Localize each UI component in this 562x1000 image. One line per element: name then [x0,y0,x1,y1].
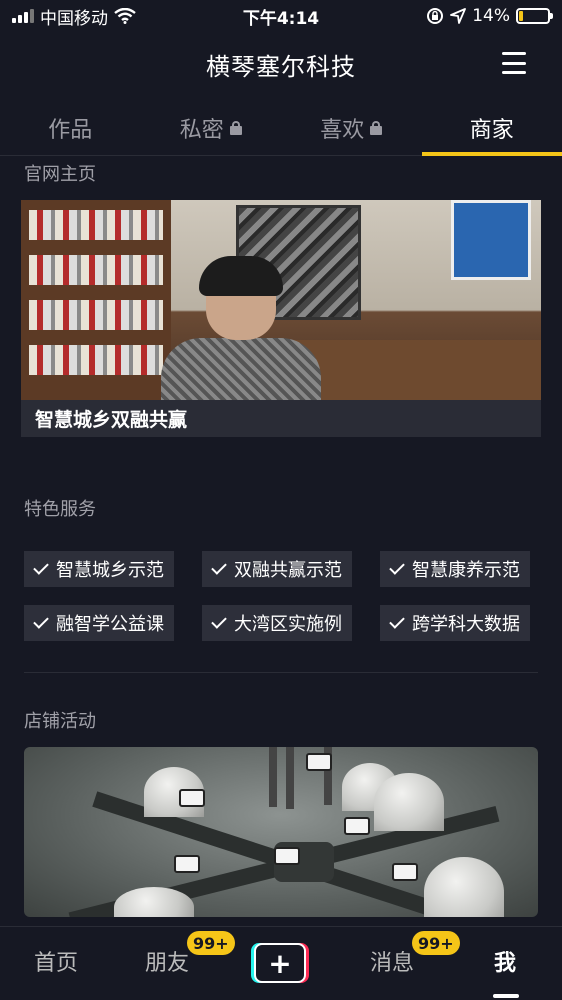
bookshelf-image [21,200,171,400]
nav-friends[interactable]: 朋友 99+ [145,931,235,977]
tab-label: 商家 [469,117,514,143]
profile-tabs: 作品 私密 喜欢 商家 [0,100,562,156]
dome-image [424,857,504,917]
person-image [161,256,321,400]
friends-badge: 99+ [187,931,235,955]
section-divider [24,672,538,673]
profile-header: 横琴塞尔科技 [0,36,562,92]
van-image [344,817,370,835]
check-icon [33,559,49,575]
office-photo [21,200,541,400]
check-icon [389,613,405,629]
tab-private[interactable]: 私密 [141,100,282,155]
official-homepage-card[interactable]: 智慧城乡双融共赢 [21,200,541,437]
service-tag[interactable]: 跨学科大数据 [380,605,530,641]
service-tag-label: 双融共赢示范 [234,560,342,581]
nav-messages-label: 消息 [370,951,415,976]
service-tag-label: 融智学公益课 [56,614,164,635]
status-left: 中国移动 [12,4,136,29]
tower-image [269,747,277,807]
service-tags: 智慧城乡示范 双融共赢示范 智慧康养示范 融智学公益课 大湾区实施例 跨学科大数… [24,551,534,641]
van-image [392,863,418,881]
nav-home[interactable]: 首页 [34,945,78,977]
service-tag-label: 跨学科大数据 [412,614,520,635]
plus-icon: + [254,943,306,983]
tab-label: 喜欢 [320,117,365,143]
wall-poster-image [451,200,531,280]
tab-works[interactable]: 作品 [0,100,141,155]
messages-badge: 99+ [412,931,460,955]
lock-icon [229,120,242,135]
status-bar: 中国移动 下午4:14 14% [0,0,562,32]
rotation-lock-icon [427,8,444,24]
service-tag[interactable]: 融智学公益课 [24,605,174,641]
page-title: 横琴塞尔科技 [206,52,356,81]
check-icon [33,613,49,629]
service-tag-label: 智慧康养示范 [412,560,520,581]
services-section-title: 特色服务 [24,499,96,520]
shop-activity-card[interactable] [24,747,538,917]
service-tag-label: 大湾区实施例 [234,614,342,635]
bottom-nav: 首页 朋友 99+ + 消息 99+ 我 [0,926,562,1000]
shop-section-title: 店铺活动 [24,711,96,732]
tab-merchant[interactable]: 商家 [421,100,562,156]
check-icon [389,559,405,575]
official-section-title: 官网主页 [24,164,96,185]
tower-image [286,747,294,809]
battery-level-fill [519,11,523,21]
wifi-icon [114,8,136,24]
check-icon [211,613,227,629]
lock-icon [370,120,383,135]
van-image [179,789,205,807]
van-image [174,855,200,873]
tab-label: 作品 [48,117,93,143]
service-tag-label: 智慧城乡示范 [56,560,164,581]
status-right: 14% [426,6,553,26]
service-tag[interactable]: 双融共赢示范 [202,551,352,587]
create-post-button[interactable]: + [251,943,309,983]
nav-me[interactable]: 我 [494,945,516,977]
location-arrow-icon [450,8,467,24]
official-caption: 智慧城乡双融共赢 [35,409,188,431]
van-image [306,753,332,771]
nav-messages[interactable]: 消息 99+ [370,931,460,977]
signal-icon [12,9,34,23]
carrier-label: 中国移动 [40,8,108,29]
service-tag[interactable]: 大湾区实施例 [202,605,352,641]
battery-percent: 14% [472,6,510,26]
dome-image [374,773,444,831]
nav-friends-label: 朋友 [145,951,190,976]
service-tag[interactable]: 智慧城乡示范 [24,551,174,587]
van-image [274,847,300,865]
tab-label: 私密 [179,117,224,143]
tab-likes[interactable]: 喜欢 [281,100,422,155]
battery-icon [516,8,553,24]
check-icon [211,559,227,575]
service-tag[interactable]: 智慧康养示范 [380,551,530,587]
hamburger-menu-icon[interactable] [502,52,526,74]
active-indicator [493,994,519,998]
